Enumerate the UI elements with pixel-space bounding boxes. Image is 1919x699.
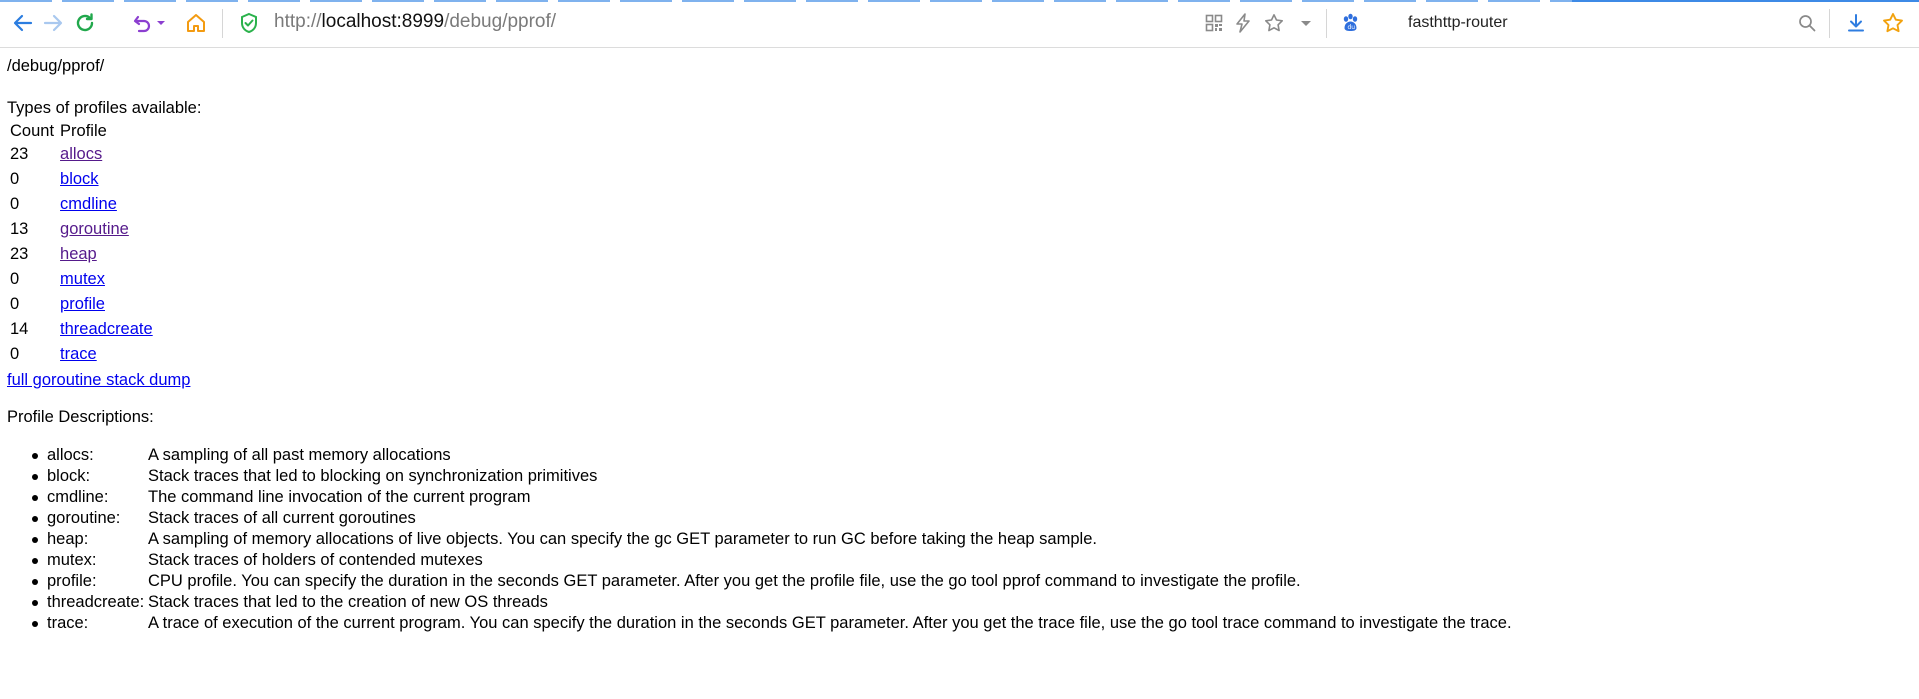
description-text: Stack traces of all current goroutines bbox=[148, 509, 416, 527]
table-row: 23 heap bbox=[7, 242, 156, 267]
download-icon[interactable] bbox=[1843, 9, 1869, 37]
description-name: profile: bbox=[47, 572, 97, 590]
profile-count: 0 bbox=[10, 170, 20, 188]
table-row: 14 threadcreate bbox=[7, 317, 156, 342]
description-name: block: bbox=[47, 467, 91, 485]
search-icon[interactable] bbox=[1794, 9, 1820, 37]
page-content: /debug/pprof/ Types of profiles availabl… bbox=[0, 48, 1919, 699]
bullet-icon bbox=[32, 474, 38, 480]
description-text: A trace of execution of the current prog… bbox=[148, 614, 1512, 632]
bullet-icon bbox=[32, 516, 38, 522]
bullet-icon bbox=[32, 453, 38, 459]
list-item: threadcreate: Stack traces that led to th… bbox=[32, 592, 1847, 613]
profile-link-block[interactable]: block bbox=[60, 170, 99, 188]
table-row: 0 mutex bbox=[7, 267, 156, 292]
search-engine-label[interactable]: fasthttp-router bbox=[1408, 14, 1508, 32]
bullet-icon bbox=[32, 558, 38, 564]
qr-code-icon[interactable] bbox=[1201, 9, 1227, 37]
profile-count: 14 bbox=[10, 320, 29, 338]
profile-link-heap[interactable]: heap bbox=[60, 245, 97, 263]
forward-icon[interactable] bbox=[40, 9, 66, 37]
svg-text:du: du bbox=[1348, 24, 1356, 31]
profiles-table: Count Profile 23 allocs 0 block 0 cmdline 13 go… bbox=[7, 120, 156, 367]
url-path: /debug/pprof/ bbox=[444, 11, 557, 32]
paw-icon[interactable]: du bbox=[1338, 9, 1364, 37]
count-header: Count bbox=[10, 121, 55, 140]
profile-count: 0 bbox=[10, 295, 20, 313]
list-item: profile: CPU profile. You can specify the… bbox=[32, 571, 1847, 592]
description-text: Stack traces that led to the creation of… bbox=[148, 593, 548, 611]
description-name: mutex: bbox=[47, 551, 97, 569]
description-text: CPU profile. You can specify the duratio… bbox=[148, 572, 1301, 590]
profile-link-mutex[interactable]: mutex bbox=[60, 270, 105, 288]
descriptions-list: allocs: A sampling of all past memory all… bbox=[0, 445, 1847, 634]
reload-icon[interactable] bbox=[72, 9, 98, 37]
description-name: trace: bbox=[47, 614, 89, 632]
bullet-icon bbox=[32, 537, 38, 543]
description-text: A sampling of all past memory allocation… bbox=[148, 446, 451, 464]
list-item: block: Stack traces that led to blocking … bbox=[32, 466, 1847, 487]
bullet-icon bbox=[32, 495, 38, 501]
bullet-icon bbox=[32, 600, 38, 606]
list-item: mutex: Stack traces of holders of contend… bbox=[32, 550, 1847, 571]
list-item: cmdline: The command line invocation of t… bbox=[32, 487, 1847, 508]
undo-icon[interactable] bbox=[130, 9, 156, 37]
description-name: cmdline: bbox=[47, 488, 109, 506]
star-icon[interactable] bbox=[1261, 9, 1287, 37]
list-item: trace: A trace of execution of the curren… bbox=[32, 613, 1847, 634]
profile-count: 0 bbox=[10, 195, 20, 213]
profile-link-profile[interactable]: profile bbox=[60, 295, 105, 313]
profile-link-cmdline[interactable]: cmdline bbox=[60, 195, 117, 213]
shield-icon[interactable] bbox=[236, 9, 262, 37]
table-header-row: Count Profile bbox=[7, 120, 156, 142]
bullet-icon bbox=[32, 621, 38, 627]
profile-count: 13 bbox=[10, 220, 29, 238]
description-name: heap: bbox=[47, 530, 89, 548]
profile-header: Profile bbox=[60, 121, 107, 140]
url-prefix: http:// bbox=[274, 11, 322, 32]
lightning-icon[interactable] bbox=[1230, 9, 1256, 37]
browser-toolbar: http://localhost:8999/debug/pprof/ du fa… bbox=[0, 0, 1919, 48]
descriptions-heading: Profile Descriptions: bbox=[7, 408, 154, 426]
description-name: threadcreate: bbox=[47, 593, 145, 611]
description-text: The command line invocation of the curre… bbox=[148, 488, 531, 506]
profile-count: 23 bbox=[10, 145, 29, 163]
table-row: 0 profile bbox=[7, 292, 156, 317]
description-text: Stack traces of holders of contended mut… bbox=[148, 551, 483, 569]
list-item: heap: A sampling of memory allocations of… bbox=[32, 529, 1847, 550]
description-name: allocs: bbox=[47, 446, 94, 464]
profile-count: 0 bbox=[10, 270, 20, 288]
list-item: goroutine: Stack traces of all current go… bbox=[32, 508, 1847, 529]
back-icon[interactable] bbox=[10, 9, 36, 37]
description-text: Stack traces that led to blocking on syn… bbox=[148, 467, 598, 485]
table-row: 0 block bbox=[7, 167, 156, 192]
table-row: 0 trace bbox=[7, 342, 156, 367]
url-host: localhost:8999 bbox=[321, 11, 445, 32]
dropdown-icon[interactable] bbox=[154, 9, 168, 37]
profile-link-trace[interactable]: trace bbox=[60, 345, 97, 363]
profile-link-goroutine[interactable]: goroutine bbox=[60, 220, 129, 238]
chevron-down-icon[interactable] bbox=[1293, 9, 1319, 37]
table-row: 0 cmdline bbox=[7, 192, 156, 217]
table-row: 13 goroutine bbox=[7, 217, 156, 242]
favorites-star-icon[interactable] bbox=[1880, 9, 1906, 37]
list-item: allocs: A sampling of all past memory all… bbox=[32, 445, 1847, 466]
table-row: 23 allocs bbox=[7, 142, 156, 167]
profile-count: 23 bbox=[10, 245, 29, 263]
types-heading: Types of profiles available: bbox=[7, 99, 202, 117]
profile-link-allocs[interactable]: allocs bbox=[60, 145, 102, 163]
bullet-icon bbox=[32, 579, 38, 585]
description-name: goroutine: bbox=[47, 509, 121, 527]
profile-link-threadcreate[interactable]: threadcreate bbox=[60, 320, 153, 338]
profile-count: 0 bbox=[10, 345, 20, 363]
home-icon[interactable] bbox=[183, 9, 209, 37]
page-title: /debug/pprof/ bbox=[7, 57, 105, 75]
description-text: A sampling of memory allocations of live… bbox=[148, 530, 1097, 548]
address-bar[interactable]: http://localhost:8999/debug/pprof/ bbox=[274, 11, 556, 33]
full-goroutine-stack-dump-link[interactable]: full goroutine stack dump bbox=[7, 370, 190, 391]
